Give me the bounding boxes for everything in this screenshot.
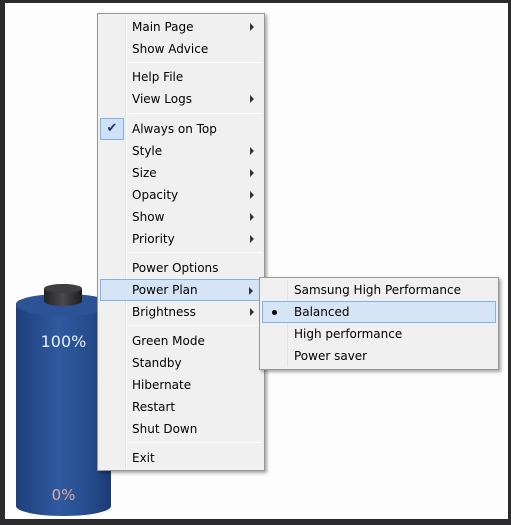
menu-item-exit[interactable]: Exit bbox=[100, 447, 262, 469]
battery-bottom-label: 0% bbox=[51, 486, 76, 504]
menu-item-label: Power Plan bbox=[132, 283, 198, 297]
menu-item-green-mode[interactable]: Green Mode bbox=[100, 330, 262, 352]
menu-item-shut-down[interactable]: Shut Down bbox=[100, 418, 262, 440]
menu-item-opacity[interactable]: Opacity bbox=[100, 184, 262, 206]
menu-item-label: Restart bbox=[132, 400, 176, 414]
menu-item-size[interactable]: Size bbox=[100, 162, 262, 184]
menu-item-label: View Logs bbox=[132, 92, 192, 106]
menu-item-hibernate[interactable]: Hibernate bbox=[100, 374, 262, 396]
menu-item-show-advice[interactable]: Show Advice bbox=[100, 38, 262, 60]
menu-separator bbox=[128, 442, 262, 443]
menu-item-restart[interactable]: Restart bbox=[100, 396, 262, 418]
context-menu: ✔ Main Page Show Advice Help File View L… bbox=[97, 13, 265, 471]
menu-item-show[interactable]: Show bbox=[100, 206, 262, 228]
radio-bullet-icon bbox=[272, 310, 277, 315]
menu-item-label: Help File bbox=[132, 70, 184, 84]
menu-item-label: Power Options bbox=[132, 261, 219, 275]
submenu-arrow-icon bbox=[250, 95, 254, 103]
menu-separator bbox=[128, 62, 262, 63]
menu-item-label: Style bbox=[132, 144, 163, 158]
menu-item-label: Standby bbox=[132, 356, 182, 370]
submenu-arrow-icon bbox=[250, 169, 254, 177]
plan-high-performance[interactable]: High performance bbox=[262, 323, 496, 345]
menu-separator bbox=[128, 325, 262, 326]
menu-item-label: Show bbox=[132, 210, 165, 224]
menu-separator bbox=[128, 113, 262, 114]
menu-item-label: Main Page bbox=[132, 20, 194, 34]
menu-item-label: Opacity bbox=[132, 188, 179, 202]
plan-label: Power saver bbox=[294, 349, 368, 363]
power-plan-submenu: Samsung High Performance Balanced High p… bbox=[259, 277, 499, 370]
submenu-arrow-icon bbox=[250, 23, 254, 31]
plan-samsung-high-performance[interactable]: Samsung High Performance bbox=[262, 279, 496, 301]
menu-separator bbox=[128, 252, 262, 253]
battery-cap-top bbox=[44, 284, 82, 293]
plan-power-saver[interactable]: Power saver bbox=[262, 345, 496, 367]
menu-item-power-plan[interactable]: Power Plan bbox=[100, 279, 262, 301]
plan-label: Samsung High Performance bbox=[294, 283, 461, 297]
menu-item-help-file[interactable]: Help File bbox=[100, 66, 262, 88]
menu-item-label: Exit bbox=[132, 451, 155, 465]
plan-label: Balanced bbox=[294, 305, 350, 319]
submenu-arrow-icon bbox=[250, 213, 254, 221]
menu-item-view-logs[interactable]: View Logs bbox=[100, 88, 262, 110]
submenu-arrow-icon bbox=[249, 287, 253, 295]
submenu-arrow-icon bbox=[250, 235, 254, 243]
menu-item-always-on-top[interactable]: Always on Top bbox=[100, 118, 262, 140]
menu-item-label: Show Advice bbox=[132, 42, 209, 56]
menu-item-power-options[interactable]: Power Options bbox=[100, 257, 262, 279]
menu-item-label: Green Mode bbox=[132, 334, 205, 348]
menu-item-style[interactable]: Style bbox=[100, 140, 262, 162]
submenu-arrow-icon bbox=[250, 308, 254, 316]
menu-item-label: Always on Top bbox=[132, 122, 217, 136]
menu-item-label: Brightness bbox=[132, 305, 196, 319]
menu-item-main-page[interactable]: Main Page bbox=[100, 16, 262, 38]
menu-item-label: Shut Down bbox=[132, 422, 198, 436]
menu-item-standby[interactable]: Standby bbox=[100, 352, 262, 374]
menu-item-label: Priority bbox=[132, 232, 175, 246]
plan-label: High performance bbox=[294, 327, 403, 341]
menu-item-label: Size bbox=[132, 166, 157, 180]
plan-balanced[interactable]: Balanced bbox=[262, 301, 496, 323]
submenu-arrow-icon bbox=[250, 147, 254, 155]
menu-item-brightness[interactable]: Brightness bbox=[100, 301, 262, 323]
submenu-arrow-icon bbox=[250, 191, 254, 199]
menu-item-priority[interactable]: Priority bbox=[100, 228, 262, 250]
menu-item-label: Hibernate bbox=[132, 378, 192, 392]
